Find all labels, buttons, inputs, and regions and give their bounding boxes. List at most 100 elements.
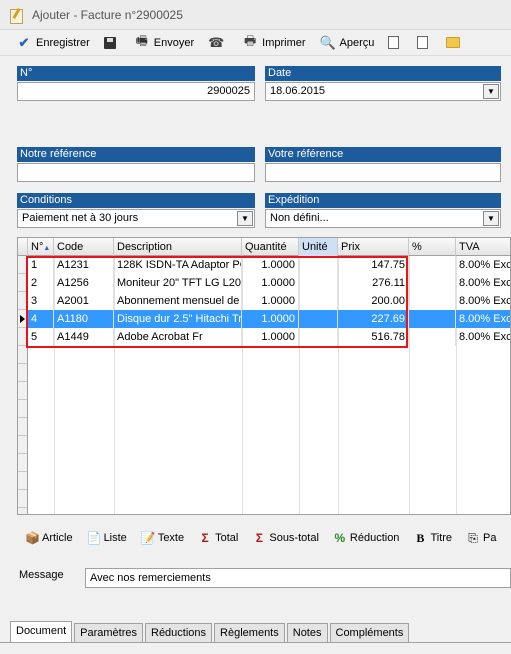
- send-button[interactable]: 🖷 Envoyer: [134, 33, 195, 51]
- row-selector[interactable]: [18, 472, 27, 490]
- reduction-label: Réduction: [349, 532, 400, 544]
- cell-tva: 8.00% Excl: [456, 256, 510, 274]
- page-break-icon: ⎘: [468, 530, 478, 545]
- tab-reductions[interactable]: Réductions: [145, 623, 213, 643]
- row-selector[interactable]: [18, 490, 27, 508]
- cell-quantity: 1.0000: [242, 274, 299, 292]
- row-selector[interactable]: [18, 292, 27, 310]
- row-selector[interactable]: [18, 400, 27, 418]
- our-reference-label: Notre référence: [17, 147, 255, 162]
- tab-document[interactable]: Document: [10, 621, 73, 643]
- shipping-label: Expédition: [265, 193, 501, 208]
- add-text-button[interactable]: 📝 Texte: [141, 531, 184, 545]
- fax-button[interactable]: ☎: [208, 35, 228, 51]
- cell-price: 276.11: [338, 274, 409, 292]
- print-label: Imprimer: [262, 36, 306, 49]
- row-selector-current[interactable]: [18, 310, 27, 328]
- col-header-unit[interactable]: Unité: [299, 238, 338, 256]
- cell-tva: 8.00% Excl: [456, 328, 510, 346]
- cell-quantity: 1.0000: [242, 328, 299, 346]
- preview-button[interactable]: 🔍 Aperçu: [319, 34, 374, 51]
- col-header-tva[interactable]: TVA: [456, 238, 510, 256]
- add-total-button[interactable]: Σ Total: [198, 531, 239, 545]
- send-label: Envoyer: [153, 36, 195, 49]
- folder-button[interactable]: [446, 37, 464, 48]
- number-label: N°: [17, 66, 255, 81]
- tab-reglements[interactable]: Règlements: [214, 623, 285, 643]
- fax-icon: ☎: [208, 34, 225, 50]
- cell-unit: [299, 274, 338, 292]
- table-row-selected[interactable]: 4 A1180 Disque dur 2.5" Hitachi Tra 1.00…: [28, 310, 510, 328]
- toolbar: ✔ Enregistrer 🖷 Envoyer ☎ 🖶 Imprimer 🔍 A…: [0, 30, 511, 56]
- invoice-number-field[interactable]: 2900025: [17, 82, 255, 101]
- save-label: Enregistrer: [36, 36, 90, 49]
- add-title-button[interactable]: B Titre: [413, 531, 452, 546]
- add-discount-button[interactable]: % Réduction: [333, 531, 400, 545]
- table-row[interactable]: 3 A2001 Abonnement mensuel de m 1.0000 2…: [28, 292, 510, 310]
- invoice-lines-grid[interactable]: N°▲ Code Description Quantité Unité Prix…: [17, 237, 511, 515]
- row-selector[interactable]: [18, 382, 27, 400]
- conditions-select[interactable]: Paiement net à 30 jours ▼: [17, 209, 255, 228]
- folder-icon: [446, 37, 461, 48]
- total-label: Total: [215, 532, 239, 544]
- texte-label: Texte: [157, 532, 185, 544]
- print-button[interactable]: 🖶 Imprimer: [242, 33, 306, 51]
- magnifier-icon: 🔍: [319, 34, 336, 50]
- shipping-select[interactable]: Non défini... ▼: [265, 209, 501, 228]
- cell-quantity: 1.0000: [242, 256, 299, 274]
- tab-parametres[interactable]: Paramètres: [74, 623, 143, 643]
- your-reference-field[interactable]: [265, 163, 501, 182]
- date-dropdown-button[interactable]: ▼: [483, 84, 499, 99]
- shipping-dropdown-button[interactable]: ▼: [483, 211, 499, 226]
- cell-num: 5: [28, 328, 54, 346]
- tab-notes[interactable]: Notes: [286, 623, 328, 643]
- add-subtotal-button[interactable]: Σ Sous-total: [252, 531, 319, 545]
- col-header-num[interactable]: N°▲: [28, 238, 54, 256]
- date-field[interactable]: 18.06.2015 ▼: [265, 82, 501, 101]
- row-selector[interactable]: [18, 454, 27, 472]
- sigma-icon: Σ: [255, 531, 263, 545]
- cell-price: 200.00: [338, 292, 409, 310]
- row-selector[interactable]: [18, 418, 27, 436]
- row-selector[interactable]: [18, 436, 27, 454]
- save-button[interactable]: ✔ Enregistrer: [16, 35, 90, 51]
- table-row[interactable]: 2 A1256 Moniteur 20" TFT LG L201 1.0000 …: [28, 274, 510, 292]
- cell-percent: [409, 274, 456, 292]
- disk-button[interactable]: [103, 36, 120, 49]
- cell-code: A1231: [54, 256, 114, 274]
- row-selector[interactable]: [18, 346, 27, 364]
- table-row[interactable]: 1 A1231 128K ISDN-TA Adaptor PC 1.0000 1…: [28, 256, 510, 274]
- shipping-value: Non défini...: [270, 212, 329, 224]
- table-row[interactable]: 5 A1449 Adobe Acrobat Fr 1.0000 516.78 8…: [28, 328, 510, 346]
- col-header-price[interactable]: Prix: [338, 238, 409, 256]
- row-selector[interactable]: [18, 364, 27, 382]
- chevron-down-icon: ▼: [487, 214, 495, 223]
- box-icon: 📦: [25, 531, 40, 545]
- add-page-button[interactable]: ⎘ Pa: [466, 531, 496, 546]
- cell-percent: [409, 292, 456, 310]
- notes-button[interactable]: [417, 36, 432, 49]
- our-reference-field[interactable]: [17, 163, 255, 182]
- cell-tva: 8.00% Excl: [456, 292, 510, 310]
- checkmark-icon: ✔: [18, 34, 30, 50]
- add-article-button[interactable]: 📦 Article: [25, 531, 73, 545]
- row-selector[interactable]: [18, 256, 27, 274]
- row-selector[interactable]: [18, 328, 27, 346]
- row-selector[interactable]: [18, 274, 27, 292]
- col-header-percent[interactable]: %: [409, 238, 456, 256]
- conditions-dropdown-button[interactable]: ▼: [237, 211, 253, 226]
- cell-num: 1: [28, 256, 54, 274]
- document-button[interactable]: [388, 36, 403, 49]
- col-header-code[interactable]: Code: [54, 238, 114, 256]
- col-header-description[interactable]: Description: [114, 238, 242, 256]
- sigma-icon: Σ: [201, 531, 209, 545]
- title-bar: Ajouter - Facture n°2900025: [0, 0, 511, 30]
- col-header-quantity[interactable]: Quantité: [242, 238, 299, 256]
- add-list-button[interactable]: 📄 Liste: [87, 531, 127, 545]
- message-field[interactable]: Avec nos remerciements: [85, 568, 511, 588]
- document-icon: [388, 36, 400, 49]
- article-label: Article: [42, 532, 73, 544]
- tab-complements[interactable]: Compléments: [329, 623, 410, 643]
- cell-percent: [409, 256, 456, 274]
- cell-description: Disque dur 2.5" Hitachi Tra: [114, 310, 242, 328]
